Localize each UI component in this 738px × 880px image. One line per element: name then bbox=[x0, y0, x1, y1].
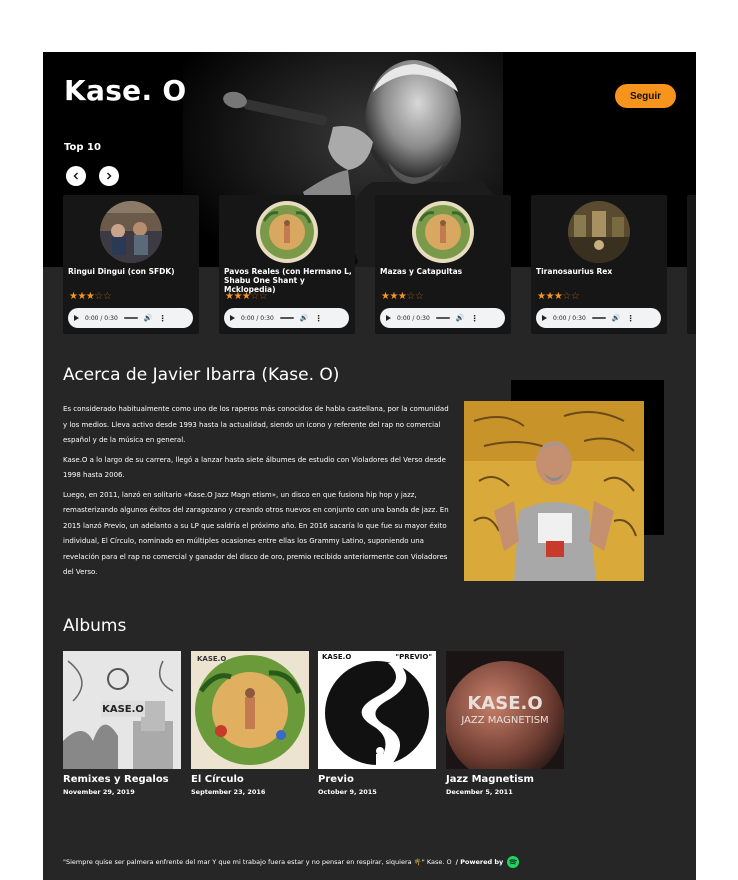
audio-player[interactable]: 0:00 / 0:30 🔊 ⋮ bbox=[380, 308, 505, 328]
more-options-icon[interactable]: ⋮ bbox=[315, 314, 323, 323]
album-date: October 9, 2015 bbox=[318, 788, 377, 796]
album-date: November 29, 2019 bbox=[63, 788, 135, 796]
audio-progress-bar[interactable] bbox=[279, 317, 294, 319]
about-paragraph: Luego, en 2011, lanzó en solitario «Kase… bbox=[63, 490, 449, 577]
audio-player[interactable]: 0:00 / 0:30 🔊 ⋮ bbox=[224, 308, 349, 328]
album-name[interactable]: El Círculo bbox=[191, 774, 309, 785]
more-options-icon[interactable]: ⋮ bbox=[471, 314, 479, 323]
audio-player[interactable]: 0:00 / 0:30 🔊 ⋮ bbox=[536, 308, 661, 328]
artist-photo bbox=[464, 401, 644, 581]
album-name[interactable]: Previo bbox=[318, 774, 436, 785]
svg-text:KASE.O: KASE.O bbox=[467, 693, 542, 714]
top-tracks-label: Top 10 bbox=[64, 142, 101, 153]
track-card[interactable]: Pavos Reales (con Hermano L, Shabu One S… bbox=[219, 195, 355, 334]
carousel-next-button[interactable] bbox=[99, 166, 119, 186]
album-name[interactable]: Remixes y Regalos bbox=[63, 774, 181, 785]
track-cover bbox=[256, 201, 318, 263]
track-title: Tiranosaurius Rex bbox=[536, 267, 613, 276]
track-card-partial[interactable] bbox=[687, 195, 696, 334]
album-card[interactable]: KASE.O "PREVIO" Previo October 9, 2015 bbox=[318, 651, 436, 796]
play-icon[interactable] bbox=[74, 315, 79, 321]
volume-icon[interactable]: 🔊 bbox=[144, 314, 153, 322]
track-rating[interactable]: ★★★☆☆ bbox=[537, 291, 580, 302]
audio-time: 0:00 / 0:30 bbox=[397, 314, 430, 322]
play-icon[interactable] bbox=[386, 315, 391, 321]
album-card[interactable]: KASE.O El Círculo September 23, 2016 bbox=[191, 651, 309, 796]
album-cover[interactable]: KASE.O bbox=[63, 651, 181, 769]
audio-time: 0:00 / 0:30 bbox=[241, 314, 274, 322]
powered-by-label: / Powered by bbox=[455, 858, 504, 866]
chevron-right-icon bbox=[107, 172, 112, 180]
play-icon[interactable] bbox=[230, 315, 235, 321]
spotify-icon[interactable] bbox=[507, 856, 520, 868]
album-cover[interactable]: KASE.O JAZZ MAGNETISM bbox=[446, 651, 564, 769]
album-card[interactable]: KASE.O JAZZ MAGNETISM Jazz Magnetism Dece… bbox=[446, 651, 564, 796]
audio-progress-bar[interactable] bbox=[435, 317, 450, 319]
volume-icon[interactable]: 🔊 bbox=[300, 314, 309, 322]
album-card[interactable]: KASE.O Remixes y Regalos November 29, 20… bbox=[63, 651, 181, 796]
track-rating[interactable]: ★★★☆☆ bbox=[225, 291, 268, 302]
audio-progress-bar[interactable] bbox=[123, 317, 138, 319]
track-card[interactable]: Ringui Dingui (con SFDK) ★★★☆☆ 0:00 / 0:… bbox=[63, 195, 199, 334]
album-cover[interactable]: KASE.O "PREVIO" bbox=[318, 651, 436, 769]
about-title: Acerca de Javier Ibarra (Kase. O) bbox=[63, 365, 340, 385]
track-rating[interactable]: ★★★☆☆ bbox=[381, 291, 424, 302]
more-options-icon[interactable]: ⋮ bbox=[159, 314, 167, 323]
track-title: Pavos Reales (con Hermano L, Shabu One S… bbox=[224, 267, 352, 294]
svg-text:JAZZ MAGNETISM: JAZZ MAGNETISM bbox=[460, 715, 548, 726]
about-paragraph: Kase.O a lo largo de su carrera, llegó a… bbox=[63, 455, 446, 480]
track-cover bbox=[412, 201, 474, 263]
follow-button[interactable]: Seguir bbox=[615, 84, 676, 108]
track-title: Mazas y Catapultas bbox=[380, 267, 463, 276]
play-icon[interactable] bbox=[542, 315, 547, 321]
track-title: Ringui Dingui (con SFDK) bbox=[68, 267, 175, 276]
footer: "Siempre quise ser palmera enfrente del … bbox=[63, 856, 683, 868]
volume-icon[interactable]: 🔊 bbox=[612, 314, 621, 322]
svg-text:KASE.O: KASE.O bbox=[197, 655, 226, 663]
album-name[interactable]: Jazz Magnetism bbox=[446, 774, 564, 785]
volume-icon[interactable]: 🔊 bbox=[456, 314, 465, 322]
track-cover bbox=[568, 201, 630, 263]
about-text: Es considerado habitualmente como uno de… bbox=[63, 402, 451, 585]
svg-text:KASE.O: KASE.O bbox=[102, 704, 144, 715]
audio-progress-bar[interactable] bbox=[591, 317, 606, 319]
top-tracks-carousel: Ringui Dingui (con SFDK) ★★★☆☆ 0:00 / 0:… bbox=[63, 195, 696, 335]
albums-title: Albums bbox=[63, 616, 127, 636]
artist-page: Kase. O Seguir Top 10 Ringui Dingui (con… bbox=[43, 52, 696, 880]
album-date: December 5, 2011 bbox=[446, 788, 513, 796]
audio-time: 0:00 / 0:30 bbox=[85, 314, 118, 322]
track-cover bbox=[100, 201, 162, 263]
more-options-icon[interactable]: ⋮ bbox=[627, 314, 635, 323]
track-card[interactable]: Mazas y Catapultas ★★★☆☆ 0:00 / 0:30 🔊 ⋮ bbox=[375, 195, 511, 334]
album-cover[interactable]: KASE.O bbox=[191, 651, 309, 769]
footer-quote: "Siempre quise ser palmera enfrente del … bbox=[63, 858, 452, 866]
track-rating[interactable]: ★★★☆☆ bbox=[69, 291, 112, 302]
svg-text:"PREVIO": "PREVIO" bbox=[395, 653, 432, 661]
track-card[interactable]: Tiranosaurius Rex ★★★☆☆ 0:00 / 0:30 🔊 ⋮ bbox=[531, 195, 667, 334]
svg-text:KASE.O: KASE.O bbox=[322, 653, 351, 661]
about-paragraph: Es considerado habitualmente como uno de… bbox=[63, 405, 449, 444]
chevron-left-icon bbox=[73, 172, 78, 180]
audio-player[interactable]: 0:00 / 0:30 🔊 ⋮ bbox=[68, 308, 193, 328]
album-date: September 23, 2016 bbox=[191, 788, 266, 796]
audio-time: 0:00 / 0:30 bbox=[553, 314, 586, 322]
carousel-prev-button[interactable] bbox=[66, 166, 86, 186]
artist-name: Kase. O bbox=[64, 74, 187, 107]
